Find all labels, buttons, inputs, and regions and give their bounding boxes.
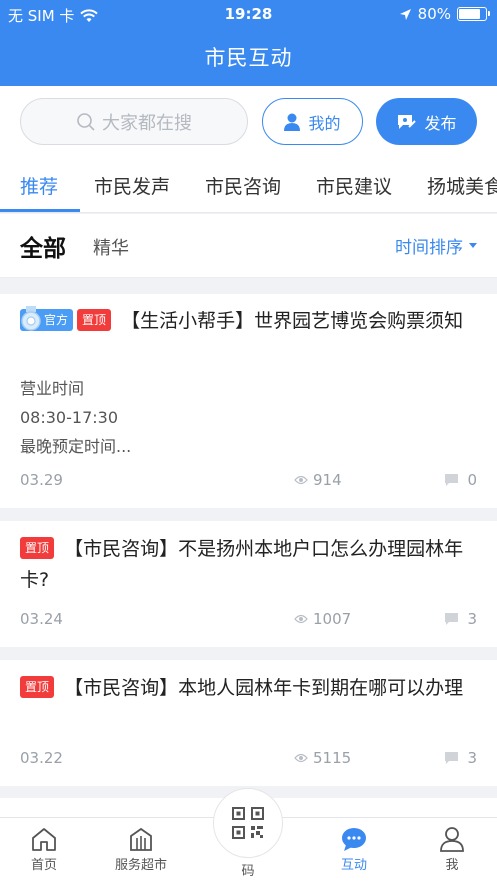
post-views: 1007 <box>294 610 351 628</box>
excerpt-line: 最晚预定时间... <box>20 437 132 456</box>
filter-best[interactable]: 精华 <box>93 234 129 260</box>
post-title-block: 置顶 【市民咨询】本地人园林年卡到期在哪可以办理 <box>20 673 479 704</box>
post-title: 【市民咨询】不是扬州本地户口怎么办理园林年卡? <box>20 538 464 591</box>
post-comments[interactable]: 3 <box>444 610 477 628</box>
sort-label: 时间排序 <box>395 238 463 258</box>
filter-row: 全部 精华 时间排序 <box>0 214 497 278</box>
post-card[interactable]: 官方 置顶 【生活小帮手】世界园艺博览会购票须知 营业时间 08:30-17:3… <box>0 294 497 508</box>
status-right: 80% <box>399 5 490 23</box>
user-icon <box>284 113 301 131</box>
comment-icon <box>445 752 459 764</box>
chat-bubble-icon <box>342 828 366 851</box>
location-arrow-icon <box>399 8 411 20</box>
post-card[interactable]: 置顶 【市民咨询】本地人园林年卡到期在哪可以办理 03.22 5115 3 <box>0 660 497 786</box>
qr-code-icon <box>232 807 264 839</box>
tabbar-service-market[interactable]: 服务超市 <box>101 818 181 883</box>
post-title: 【生活小帮手】世界园艺博览会购票须知 <box>121 310 464 332</box>
post-title: 【市民咨询】本地人园林年卡到期在哪可以办理 <box>64 677 464 699</box>
search-row: 大家都在搜 我的 发布 <box>0 86 497 158</box>
badge-official-label: 官方 <box>44 313 69 327</box>
tabbar-home[interactable]: 首页 <box>4 818 84 883</box>
battery-icon <box>457 7 490 21</box>
filter-all[interactable]: 全部 <box>20 229 66 263</box>
tab-citizen-consult[interactable]: 市民咨询 <box>205 172 281 199</box>
post-date: 03.22 <box>20 749 63 767</box>
post-date: 03.29 <box>20 471 63 489</box>
post-meta: 03.24 1007 3 <box>20 610 477 630</box>
status-bar: 无 SIM 卡 19:28 80% <box>0 0 497 30</box>
battery-fill <box>459 9 480 19</box>
badge-pinned: 置顶 <box>20 537 55 559</box>
mine-button-label: 我的 <box>308 113 341 133</box>
post-title-block: 置顶 【市民咨询】不是扬州本地户口怎么办理园林年卡? <box>20 534 479 596</box>
views-count: 1007 <box>313 610 352 628</box>
mine-button[interactable]: 我的 <box>262 98 363 145</box>
views-count: 5115 <box>313 749 352 767</box>
post-button[interactable]: 发布 <box>376 98 477 145</box>
badge-pinned: 置顶 <box>20 676 55 698</box>
tabbar-interact[interactable]: 互动 <box>314 818 394 883</box>
home-icon <box>32 828 56 851</box>
post-views: 914 <box>294 471 342 489</box>
tabbar-home-label: 首页 <box>30 858 57 873</box>
tab-citizen-suggest[interactable]: 市民建议 <box>316 172 392 199</box>
tab-yangcheng-food[interactable]: 扬城美食 <box>427 172 497 199</box>
eye-icon <box>294 614 308 624</box>
tabbar-interact-label: 互动 <box>340 858 367 873</box>
caret-down-icon <box>469 243 477 248</box>
edit-bubble-icon <box>398 114 417 129</box>
badge-pinned: 置顶 <box>77 309 112 331</box>
post-comments[interactable]: 0 <box>444 471 477 489</box>
comments-count: 0 <box>467 471 477 489</box>
post-views: 5115 <box>294 749 351 767</box>
post-comments[interactable]: 3 <box>444 749 477 767</box>
post-meta: 03.29 914 0 <box>20 471 477 491</box>
top-bar: 无 SIM 卡 19:28 80% 市民互动 <box>0 0 497 86</box>
views-count: 914 <box>313 471 342 489</box>
building-icon <box>130 827 152 851</box>
eye-icon <box>294 753 308 763</box>
post-meta: 03.22 5115 3 <box>20 749 477 769</box>
comment-icon <box>445 474 459 486</box>
eye-icon <box>294 475 308 485</box>
tabbar-me[interactable]: 我 <box>412 818 492 883</box>
comments-count: 3 <box>467 749 477 767</box>
post-title-block: 官方 置顶 【生活小帮手】世界园艺博览会购票须知 <box>20 306 479 337</box>
comment-icon <box>445 613 459 625</box>
post-button-label: 发布 <box>424 113 457 133</box>
excerpt-line: 营业时间 <box>20 379 85 398</box>
page-title: 市民互动 <box>204 46 293 70</box>
person-icon <box>440 827 464 852</box>
sort-dropdown[interactable]: 时间排序 <box>395 233 477 258</box>
tabbar-me-label: 我 <box>445 858 459 873</box>
post-date: 03.24 <box>20 610 63 628</box>
comments-count: 3 <box>467 610 477 628</box>
medal-icon <box>21 306 41 331</box>
search-input[interactable]: 大家都在搜 <box>20 98 248 145</box>
category-tabs: 推荐 市民发声 市民咨询 市民建议 扬城美食 <box>0 158 497 213</box>
post-excerpt: 营业时间 08:30-17:30 最晚预定时间... <box>20 374 131 461</box>
search-icon <box>77 112 95 131</box>
post-card[interactable]: 置顶 【市民咨询】不是扬州本地户口怎么办理园林年卡? 03.24 1007 3 <box>0 521 497 647</box>
battery-percent: 80% <box>417 5 451 23</box>
qr-code-label: 码 <box>241 864 255 879</box>
tab-recommend[interactable]: 推荐 <box>20 172 58 199</box>
qr-code-button[interactable] <box>213 788 283 858</box>
tabbar-service-market-label: 服务超市 <box>114 858 167 873</box>
active-tab-indicator <box>0 209 80 212</box>
badge-official: 官方 <box>20 306 74 331</box>
tab-citizen-voice[interactable]: 市民发声 <box>94 172 170 199</box>
excerpt-line: 08:30-17:30 <box>20 408 118 427</box>
search-placeholder: 大家都在搜 <box>102 112 192 134</box>
